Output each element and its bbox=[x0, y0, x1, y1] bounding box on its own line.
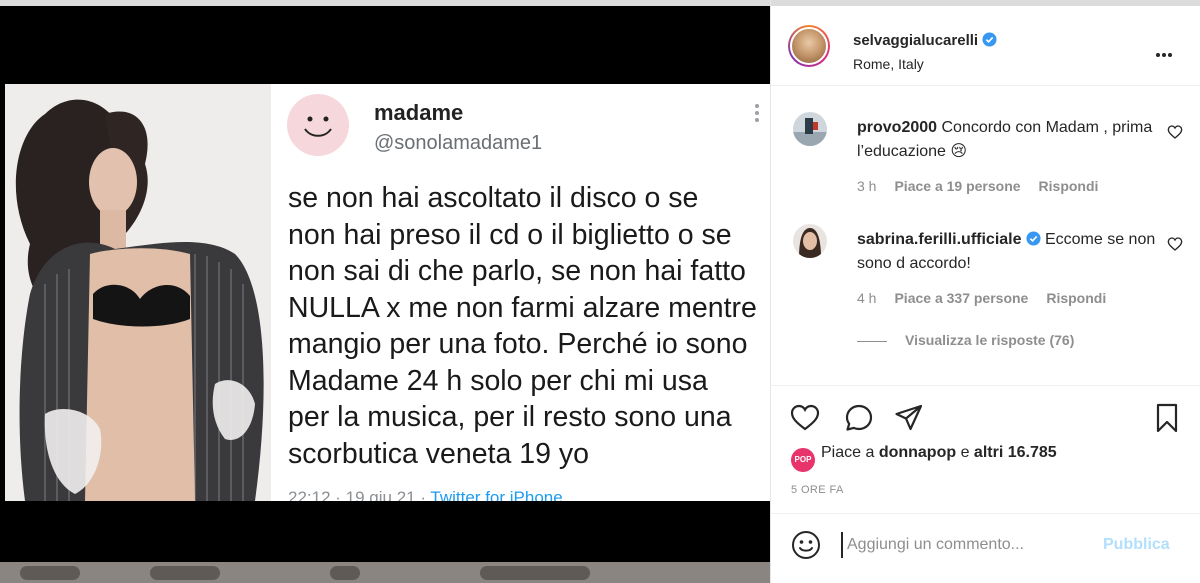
likes-others[interactable]: altri 16.785 bbox=[974, 444, 1057, 461]
tweet-avatar bbox=[287, 94, 349, 156]
add-comment-bar: Pubblica bbox=[771, 513, 1200, 583]
view-replies-button[interactable]: Visualizza le risposte (76) bbox=[857, 332, 1074, 348]
publish-button[interactable]: Pubblica bbox=[1103, 536, 1170, 554]
comment-meta: 4 h Piace a 337 persone Rispondi bbox=[857, 290, 1106, 306]
comment-likes[interactable]: Piace a 19 persone bbox=[894, 178, 1020, 194]
tweet-more-icon bbox=[755, 104, 761, 124]
view-replies-label: Visualizza le risposte (76) bbox=[905, 332, 1075, 348]
comment-time[interactable]: 4 h bbox=[857, 290, 876, 306]
post-location[interactable]: Rome, Italy bbox=[853, 56, 924, 72]
replies-divider-line bbox=[857, 340, 887, 342]
comment-likes[interactable]: Piace a 337 persone bbox=[894, 290, 1028, 306]
comment-meta: 3 h Piace a 19 persone Rispondi bbox=[857, 178, 1098, 194]
reply-button[interactable]: Rispondi bbox=[1046, 290, 1106, 306]
tweet-author-name: madame bbox=[374, 100, 464, 125]
owner-username[interactable]: selvaggialucarelli bbox=[853, 32, 978, 49]
likes-middle: e bbox=[956, 444, 974, 461]
comment-username[interactable]: provo2000 bbox=[857, 119, 937, 136]
comment-text: provo2000 Concordo con Madam , prima l’e… bbox=[857, 116, 1157, 164]
instagram-post-view: madame @sonolamadame1 se non hai ascolta… bbox=[0, 0, 1200, 583]
post-header: selvaggialucarelli Rome, Italy bbox=[771, 6, 1200, 86]
heart-icon[interactable] bbox=[1167, 124, 1183, 140]
tweet-meta: 22:12 · 19 giu 21 · Twitter for iPhone bbox=[288, 488, 563, 501]
post-timestamp[interactable]: 5 ORE FA bbox=[791, 484, 844, 496]
comment-text: sabrina.ferilli.ufficiale Eccome se non … bbox=[857, 228, 1157, 276]
media-bottom-strip bbox=[0, 562, 770, 583]
tweet-author-handle: @sonolamadame1 bbox=[374, 132, 543, 154]
tweet-date: 22:12 · 19 giu 21 · bbox=[288, 488, 431, 501]
post-media: madame @sonolamadame1 se non hai ascolta… bbox=[0, 0, 770, 583]
likes-prefix: Piace a bbox=[821, 444, 879, 461]
tweet-screenshot: madame @sonolamadame1 se non hai ascolta… bbox=[271, 84, 770, 501]
comment-time[interactable]: 3 h bbox=[857, 178, 876, 194]
more-horizontal-icon[interactable] bbox=[1156, 44, 1180, 57]
likes-summary: POP Piace a donnapop e altri 16.785 bbox=[791, 444, 1057, 472]
emoji-icon[interactable] bbox=[791, 530, 821, 560]
owner-username-row: selvaggialucarelli bbox=[853, 32, 997, 49]
paper-plane-icon[interactable] bbox=[893, 402, 925, 434]
verified-badge-icon bbox=[982, 32, 997, 47]
liker-avatar[interactable]: POP bbox=[791, 448, 815, 472]
verified-badge-icon bbox=[1025, 231, 1041, 246]
commenter-avatar[interactable] bbox=[793, 224, 827, 258]
portrait-photo bbox=[5, 84, 271, 501]
comment-input[interactable] bbox=[841, 532, 1091, 558]
owner-avatar[interactable] bbox=[788, 25, 830, 67]
media-top-strip bbox=[0, 0, 770, 6]
post-side-panel: selvaggialucarelli Rome, Italy provo2000… bbox=[770, 0, 1200, 583]
smiley-face-icon bbox=[304, 116, 332, 137]
comment-username[interactable]: sabrina.ferilli.ufficiale bbox=[857, 231, 1022, 248]
tweet-text: se non hai ascoltato il disco o se non h… bbox=[288, 182, 757, 470]
portrait-illustration bbox=[5, 84, 271, 501]
comment-icon[interactable] bbox=[843, 402, 875, 434]
heart-icon[interactable] bbox=[1167, 236, 1183, 252]
reply-button[interactable]: Rispondi bbox=[1039, 178, 1099, 194]
heart-icon[interactable] bbox=[789, 402, 821, 434]
bookmark-icon[interactable] bbox=[1151, 402, 1183, 434]
tweet-source: Twitter for iPhone bbox=[430, 488, 563, 501]
commenter-avatar[interactable] bbox=[793, 112, 827, 146]
liker-username[interactable]: donnapop bbox=[879, 444, 956, 461]
